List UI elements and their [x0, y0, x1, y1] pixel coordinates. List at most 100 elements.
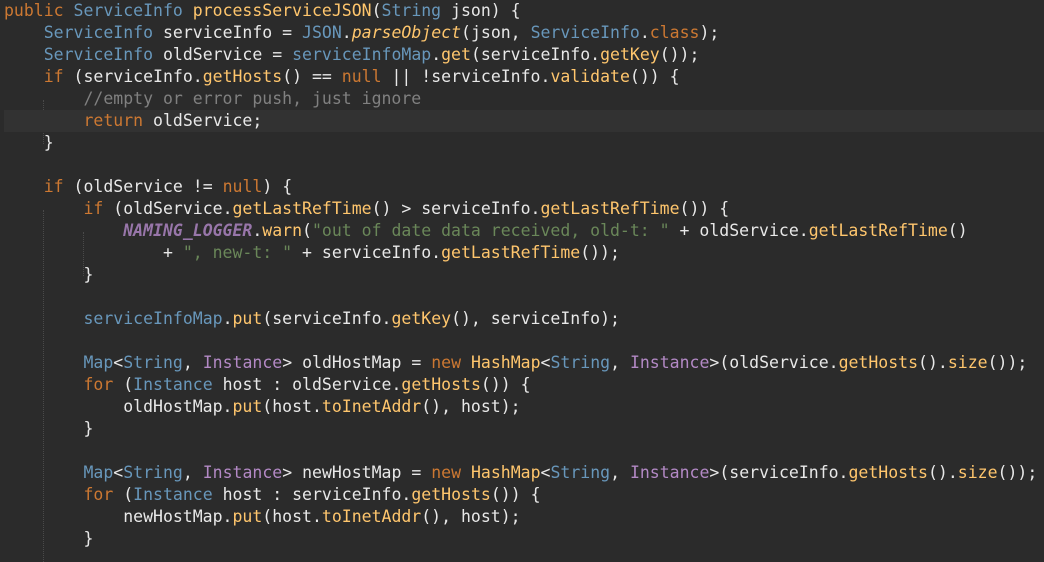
- code-text: .: [222, 309, 233, 328]
- method-token: toInetAddr: [321, 397, 422, 416]
- method-token: HashMap: [470, 463, 541, 482]
- code-text: }: [4, 529, 94, 548]
- code-text: json) {: [441, 1, 521, 20]
- code-line[interactable]: [4, 286, 1044, 308]
- code-text: );: [699, 23, 720, 42]
- keyword-token: null: [341, 67, 382, 86]
- keyword-token: new: [431, 463, 462, 482]
- type-token: Instance: [133, 375, 213, 394]
- code-line[interactable]: for (Instance host : serviceInfo.getHost…: [4, 484, 1044, 506]
- code-text: oldService;: [143, 111, 263, 130]
- method-token: toInetAddr: [321, 507, 422, 526]
- code-text: (host.: [262, 507, 322, 526]
- type-token: String: [123, 353, 183, 372]
- code-line[interactable]: oldHostMap.put(host.toInetAddr(), host);: [4, 396, 1044, 418]
- code-text: ,: [182, 463, 203, 482]
- code-text: <: [113, 463, 124, 482]
- code-text: () > serviceInfo.: [371, 199, 541, 218]
- method-token: warn: [262, 221, 303, 240]
- code-text: ()) {: [629, 67, 680, 86]
- generic-type-token: Instance: [629, 353, 710, 372]
- code-text: (), serviceInfo);: [451, 309, 620, 328]
- code-line[interactable]: if (oldService.getLastRefTime() > servic…: [4, 198, 1044, 220]
- string-literal: ", new-t: ": [182, 243, 293, 262]
- type-token: JSON: [302, 23, 342, 42]
- code-text: ()) {: [480, 375, 531, 394]
- method-token: getHosts: [411, 485, 491, 504]
- code-text: ());: [997, 463, 1038, 482]
- type-token: String: [381, 1, 442, 20]
- method-token: put: [232, 507, 263, 526]
- code-line[interactable]: }: [4, 528, 1044, 550]
- type-token: String: [550, 353, 611, 372]
- code-line[interactable]: Map<String, Instance> newHostMap = new H…: [4, 462, 1044, 484]
- method-token: size: [957, 463, 998, 482]
- code-line[interactable]: ServiceInfo serviceInfo = JSON.parseObje…: [4, 22, 1044, 44]
- code-text: ,: [182, 353, 203, 372]
- method-token: getLastRefTime: [232, 199, 372, 218]
- keyword-token: class: [649, 23, 700, 42]
- code-line[interactable]: //empty or error push, just ignore: [4, 88, 1044, 110]
- code-line[interactable]: Map<String, Instance> oldHostMap = new H…: [4, 352, 1044, 374]
- code-text: host : oldService.: [212, 375, 402, 394]
- code-text: }: [4, 265, 94, 284]
- code-line[interactable]: [4, 330, 1044, 352]
- code-text: ());: [580, 243, 620, 262]
- method-token: getHosts: [401, 375, 481, 394]
- method-token: getKey: [600, 45, 660, 64]
- code-line[interactable]: public ServiceInfo processServiceJSON(St…: [4, 0, 1044, 22]
- code-text: ) {: [262, 177, 293, 196]
- code-line[interactable]: [4, 440, 1044, 462]
- code-text: (host.: [262, 397, 322, 416]
- code-text: (serviceInfo.: [63, 67, 203, 86]
- code-line[interactable]: [4, 154, 1044, 176]
- code-text: newHostMap.: [4, 507, 233, 526]
- code-line[interactable]: for (Instance host : oldService.getHosts…: [4, 374, 1044, 396]
- code-text: serviceInfo =: [153, 23, 303, 42]
- code-text: host : serviceInfo.: [212, 485, 412, 504]
- code-line[interactable]: + ", new-t: " + serviceInfo.getLastRefTi…: [4, 242, 1044, 264]
- code-line[interactable]: }: [4, 418, 1044, 440]
- code-text: (: [302, 221, 312, 240]
- comment-token: //empty or error push, just ignore: [83, 89, 422, 108]
- code-line[interactable]: ServiceInfo oldService = serviceInfoMap.…: [4, 44, 1044, 66]
- method-token: parseObject: [351, 23, 462, 42]
- current-code-line[interactable]: return oldService;: [4, 110, 1044, 132]
- code-text: }: [4, 133, 54, 152]
- type-token: serviceInfoMap: [292, 45, 432, 64]
- method-token: getLastRefTime: [808, 221, 948, 240]
- code-text: .: [639, 23, 650, 42]
- keyword-token: public: [4, 1, 64, 20]
- code-editor[interactable]: public ServiceInfo processServiceJSON(St…: [0, 0, 1044, 562]
- code-line[interactable]: NAMING_LOGGER.warn("out of date data rec…: [4, 220, 1044, 242]
- method-token: validate: [550, 67, 630, 86]
- code-line[interactable]: }: [4, 264, 1044, 286]
- code-line[interactable]: serviceInfoMap.put(serviceInfo.getKey(),…: [4, 308, 1044, 330]
- generic-type-token: Instance: [202, 463, 283, 482]
- keyword-token: if: [43, 177, 64, 196]
- type-token: serviceInfoMap: [83, 309, 223, 328]
- code-text: (: [113, 375, 134, 394]
- code-line[interactable]: }: [4, 132, 1044, 154]
- method-token: getHosts: [848, 463, 928, 482]
- generic-type-token: Instance: [629, 463, 710, 482]
- code-text: (): [947, 221, 968, 240]
- type-token: ServiceInfo: [73, 1, 183, 20]
- code-text: () ==: [282, 67, 342, 86]
- type-token: Instance: [133, 485, 213, 504]
- code-line[interactable]: if (oldService != null) {: [4, 176, 1044, 198]
- keyword-token: null: [222, 177, 263, 196]
- code-line[interactable]: if (serviceInfo.getHosts() == null || !s…: [4, 66, 1044, 88]
- code-text: <: [540, 353, 551, 372]
- method-token: getHosts: [838, 353, 919, 372]
- code-line[interactable]: newHostMap.put(host.toInetAddr(), host);: [4, 506, 1044, 528]
- code-text: .: [341, 23, 352, 42]
